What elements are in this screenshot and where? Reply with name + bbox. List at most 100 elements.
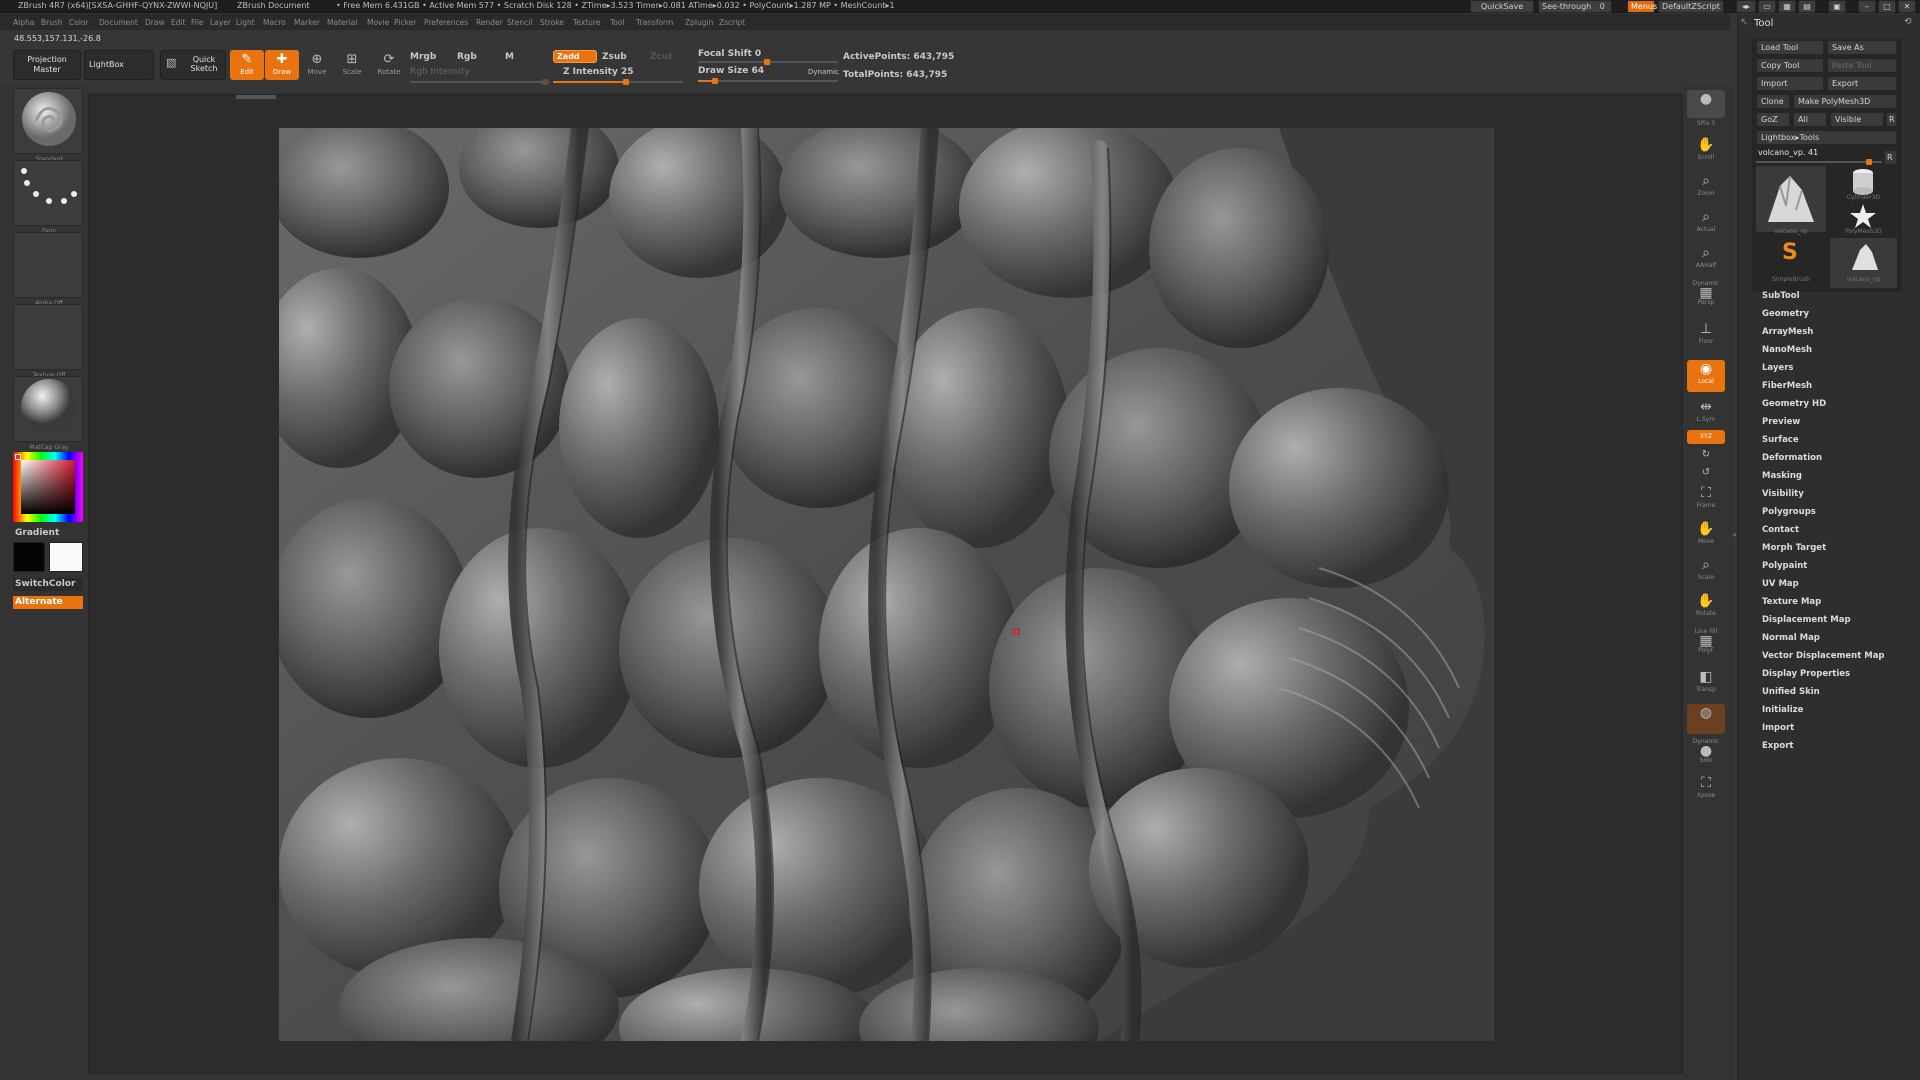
zadd-toggle[interactable]: Zadd	[553, 50, 597, 63]
floor-button[interactable]: ⊥ Floor	[1687, 320, 1725, 352]
alternate-button[interactable]: Alternate	[13, 596, 83, 609]
menu-movie[interactable]: Movie	[367, 18, 389, 27]
copy-tool-button[interactable]: Copy Tool	[1756, 58, 1824, 73]
m-toggle[interactable]: M	[505, 52, 514, 62]
secondary-color-swatch[interactable]	[49, 542, 83, 572]
close-icon[interactable]: ✕	[1898, 0, 1916, 13]
gradient-label[interactable]: Gradient	[15, 528, 59, 538]
move-view-button[interactable]: ✋ Move	[1687, 520, 1725, 552]
export-tool-button[interactable]: Export	[1827, 76, 1897, 91]
current-tool-track[interactable]	[1756, 159, 1882, 165]
menu-file[interactable]: File	[191, 18, 204, 27]
menu-marker[interactable]: Marker	[294, 18, 320, 27]
tool-thumb-cylinder[interactable]: Cylinder3D	[1830, 166, 1897, 201]
menu-preferences[interactable]: Preferences	[424, 18, 468, 27]
rgb-intensity-slider[interactable]: Rgb Intensity	[410, 67, 470, 77]
rgb-intensity-knob[interactable]	[542, 79, 548, 85]
menu-alpha[interactable]: Alpha	[13, 18, 34, 27]
palette-pin-icon[interactable]: ↖	[1740, 17, 1748, 28]
ghost-button[interactable]: ◍	[1687, 704, 1725, 734]
tool-section-arraymesh[interactable]: ArrayMesh	[1762, 327, 1813, 337]
tool-thumb-volcano-small[interactable]: volcano_vp	[1830, 238, 1897, 288]
menu-color[interactable]: Color	[69, 18, 89, 27]
tool-section-contact[interactable]: Contact	[1762, 525, 1799, 535]
rotate-y-icon[interactable]: ↻	[1687, 446, 1725, 462]
rotate-view-button[interactable]: ✋ Rotate	[1687, 592, 1725, 624]
menus-toggle[interactable]: Menus	[1627, 0, 1657, 13]
color-saturation-square[interactable]	[21, 460, 75, 514]
lightbox-button[interactable]: LightBox	[84, 50, 154, 80]
menu-layer[interactable]: Layer	[210, 18, 231, 27]
palette-dock-icon[interactable]: ⟲	[1904, 17, 1912, 27]
menu-zplugin[interactable]: Zplugin	[685, 18, 713, 27]
import-tool-button[interactable]: Import	[1756, 76, 1824, 91]
load-tool-button[interactable]: Load Tool	[1756, 40, 1824, 55]
menu-picker[interactable]: Picker	[394, 18, 416, 27]
draw-button[interactable]: ✚ Draw	[265, 50, 299, 80]
edit-button[interactable]: ✎ Edit	[230, 50, 264, 80]
lightbox-tools-button[interactable]: Lightbox▸Tools	[1756, 130, 1897, 145]
z-intensity-knob[interactable]	[623, 79, 629, 85]
draw-size-knob[interactable]	[712, 78, 718, 84]
focal-shift-knob[interactable]	[764, 59, 770, 65]
actual-button[interactable]: ⌕ Actual	[1687, 208, 1725, 240]
aahalf-button[interactable]: ⌕ AAHalf	[1687, 244, 1725, 276]
spix-slider[interactable]: SPix 3	[1687, 120, 1725, 134]
texture-thumbnail[interactable]: Texture Off	[13, 304, 83, 379]
projection-master-button[interactable]: Projection Master	[13, 50, 81, 80]
window-icon[interactable]: ▭	[1758, 0, 1776, 13]
xyz-button[interactable]: XYZ	[1687, 430, 1725, 444]
goz-visible-button[interactable]: Visible	[1830, 112, 1884, 127]
frame-button[interactable]: ⛶ Frame	[1687, 484, 1725, 516]
rgb-toggle[interactable]: Rgb	[457, 52, 477, 62]
primary-color-swatch[interactable]	[13, 542, 45, 572]
tool-section-preview[interactable]: Preview	[1762, 417, 1800, 427]
tool-thumb-polymesh[interactable]: PolyMesh3D	[1830, 202, 1897, 236]
material-thumbnail[interactable]: MatCap Gray	[13, 376, 83, 451]
tool-section-masking[interactable]: Masking	[1762, 471, 1802, 481]
tool-thumb-volcano[interactable]	[1756, 166, 1826, 232]
tool-section-normal-map[interactable]: Normal Map	[1762, 633, 1820, 643]
scale-button[interactable]: ⊞ Scale	[335, 50, 369, 80]
tool-section-texture-map[interactable]: Texture Map	[1762, 597, 1821, 607]
draw-size-slider[interactable]	[698, 78, 838, 84]
menu-draw[interactable]: Draw	[145, 18, 165, 27]
menu-texture[interactable]: Texture	[573, 18, 600, 27]
lsym-button[interactable]: ⇹ L.Sym	[1687, 398, 1725, 424]
menu-stencil[interactable]: Stencil	[507, 18, 532, 27]
persp-button[interactable]: Dynamic ▦ Persp	[1687, 280, 1725, 312]
save-as-button[interactable]: Save As	[1827, 40, 1897, 55]
goz-r-button[interactable]: R	[1886, 112, 1897, 127]
move-button[interactable]: ⊕ Move	[300, 50, 334, 80]
menu-edit[interactable]: Edit	[171, 18, 186, 27]
quicksave-button[interactable]: QuickSave	[1470, 0, 1534, 13]
tool-section-unified-skin[interactable]: Unified Skin	[1762, 687, 1820, 697]
mrgb-toggle[interactable]: Mrgb	[410, 52, 436, 62]
maximize-icon[interactable]: □	[1878, 0, 1896, 13]
tool-section-nanomesh[interactable]: NanoMesh	[1762, 345, 1812, 355]
menu-render[interactable]: Render	[476, 18, 503, 27]
tool-section-import[interactable]: Import	[1762, 723, 1794, 733]
polyf-button[interactable]: Line Fill ▦ PolyF	[1687, 628, 1725, 660]
current-tool-knob[interactable]	[1866, 159, 1872, 165]
tool-section-layers[interactable]: Layers	[1762, 363, 1793, 373]
tool-section-uv-map[interactable]: UV Map	[1762, 579, 1799, 589]
layout-arrows-icon[interactable]: ◂▸	[1736, 0, 1756, 13]
document-area[interactable]	[279, 128, 1494, 1041]
quick-sketch-button[interactable]: ▧ Quick Sketch	[160, 50, 226, 80]
tool-section-export[interactable]: Export	[1762, 741, 1793, 751]
focal-shift-slider[interactable]	[698, 59, 838, 65]
solo-button[interactable]: Dynamic ● Solo	[1687, 738, 1725, 768]
tool-thumb-simplebrush[interactable]: S SimpleBrush	[1756, 238, 1826, 288]
stroke-thumbnail[interactable]: Dots	[13, 160, 83, 235]
scale-view-button[interactable]: ⌕ Scale	[1687, 556, 1725, 588]
canvas-scroll-handle[interactable]	[236, 95, 276, 99]
make-polymesh-button[interactable]: Make PolyMesh3D	[1793, 94, 1897, 109]
tool-section-display-properties[interactable]: Display Properties	[1762, 669, 1850, 679]
tool-section-deformation[interactable]: Deformation	[1762, 453, 1822, 463]
tool-section-vector-displacement-map[interactable]: Vector Displacement Map	[1762, 651, 1885, 661]
rotate-z-icon[interactable]: ↺	[1687, 464, 1725, 480]
tool-section-polypaint[interactable]: Polypaint	[1762, 561, 1807, 571]
xpose-button[interactable]: ⛶ Xpose	[1687, 774, 1725, 806]
layout-icon[interactable]: ▤	[1798, 0, 1816, 13]
